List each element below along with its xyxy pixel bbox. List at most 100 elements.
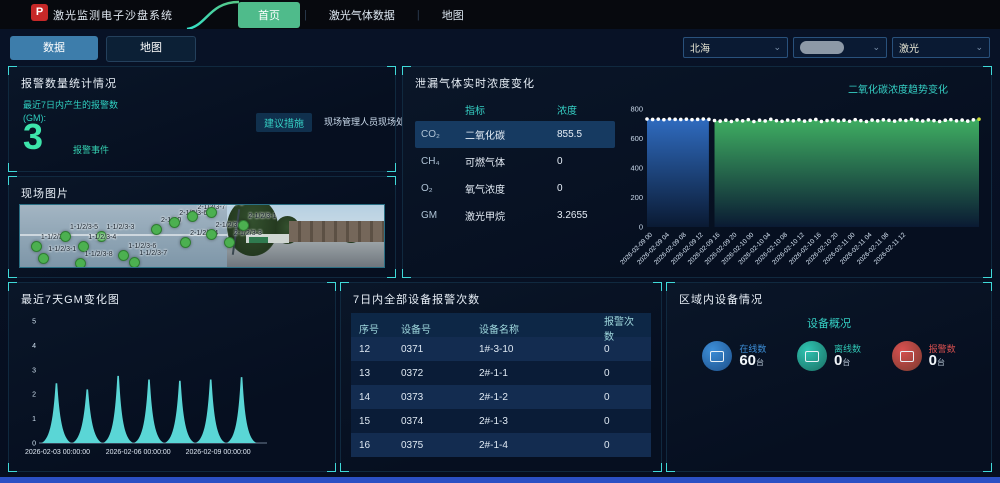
device-table-cell: 14 xyxy=(359,392,401,403)
gas-header-indicator: 指标 xyxy=(465,102,557,117)
svg-text:2026-02-03 00:00:00: 2026-02-03 00:00:00 xyxy=(25,449,90,456)
corner-accent xyxy=(387,163,396,172)
gm-trend-chart[interactable]: 0123452026-02-03 00:00:002026-02-06 00:0… xyxy=(17,313,327,465)
gas-name: 激光甲烷 xyxy=(465,208,557,223)
gas-symbol: GM xyxy=(421,210,465,221)
sensor-dot[interactable]: 1-1/2/3-2 xyxy=(31,241,42,252)
masked-value xyxy=(800,41,844,54)
device-table-row[interactable]: 1303722#-1-10 xyxy=(351,361,651,385)
device-table-cell: 2#-1-2 xyxy=(479,392,604,403)
tab-2[interactable]: 地图 xyxy=(424,2,482,28)
gas-header-value: 浓度 xyxy=(557,102,615,117)
device-type-select[interactable]: 激光 ⌄ xyxy=(892,37,990,58)
sensor-dot-label: 1-1/2/3-6 xyxy=(128,243,156,250)
region-select-value: 北海 xyxy=(690,40,710,55)
device-table-row[interactable]: 1603752#-1-40 xyxy=(351,433,651,457)
device-alarm-table-panel: 7日内全部设备报警次数 序号设备号设备名称报警次数1203711#-3-1001… xyxy=(340,282,662,472)
gas-table-row[interactable]: CO₂二氧化碳855.5 xyxy=(415,121,615,148)
photo-buildings xyxy=(289,221,384,242)
tab-1[interactable]: 激光气体数据 xyxy=(311,2,413,28)
device-table-cell: 12 xyxy=(359,344,401,355)
device-stat-texts: 报警数0台 xyxy=(929,343,956,369)
corner-accent xyxy=(327,282,336,291)
device-table-row[interactable]: 1403732#-1-20 xyxy=(351,385,651,409)
sensor-dot-label: 1-1/2/3-8 xyxy=(85,251,113,258)
sensor-dot-label: 1-1/2/3-4 xyxy=(88,234,116,241)
device-status-icon xyxy=(702,341,732,371)
corner-accent xyxy=(653,282,662,291)
corner-accent xyxy=(983,463,992,472)
device-stat-value: 0台 xyxy=(929,355,956,369)
corner-accent xyxy=(8,163,17,172)
alarm-count: 3 xyxy=(23,119,43,155)
site-photo-panel: 现场图片 1-1/2/3-21-1/2/3-51-1/2/3-31-1/2/3-… xyxy=(8,176,396,278)
region-select[interactable]: 北海 ⌄ xyxy=(683,37,788,58)
device-stat-texts: 在线数60台 xyxy=(739,343,766,369)
gas-table-row[interactable]: O₂氧气浓度0 xyxy=(415,175,615,202)
map-button[interactable]: 地图 xyxy=(106,36,196,62)
device-status-icon xyxy=(892,341,922,371)
sensor-dot-label: 2-1/2/3-1 xyxy=(248,213,276,220)
device-table-cell: 0 xyxy=(604,392,643,403)
station-select[interactable]: ⌄ xyxy=(793,37,887,58)
gas-concentration-panel: 泄漏气体实时浓度变化 指标浓度CO₂二氧化碳855.5CH₄可燃气体0O₂氧气浓… xyxy=(402,66,992,278)
gas-value: 0 xyxy=(557,156,615,167)
photo-panel-title: 现场图片 xyxy=(21,185,69,201)
main-content: 数据 地图 北海 ⌄ ⌄ 激光 ⌄ 报警数量统计情况 最近7日内产生的报警数 (… xyxy=(0,29,1000,477)
tab-0[interactable]: 首页 xyxy=(238,2,300,28)
svg-text:2026-02-09 00:00:00: 2026-02-09 00:00:00 xyxy=(186,449,251,456)
sensor-dot[interactable]: 2-1/2/3-3 xyxy=(224,237,235,248)
svg-text:600: 600 xyxy=(630,134,643,143)
sensor-dot-label: 1-1/2/3-5 xyxy=(70,224,98,231)
corner-accent xyxy=(983,282,992,291)
gas-name: 可燃气体 xyxy=(465,154,557,169)
sensor-dot[interactable]: 2-1-10 xyxy=(151,224,162,235)
co2-trend-chart[interactable]: 02004006008002026-02-09 002026-02-09 042… xyxy=(617,95,985,275)
sensor-dot-label: 2-1/2/3-8 xyxy=(216,204,244,207)
sensor-dot[interactable]: 2-1/2/3-5 xyxy=(206,229,217,240)
device-stat: 离线数0台 xyxy=(797,341,861,371)
gas-table-row[interactable]: CH₄可燃气体0 xyxy=(415,148,615,175)
gas-name: 二氧化碳 xyxy=(465,127,557,142)
gm-trend-panel: 最近7天GM变化图 0123452026-02-03 00:00:002026-… xyxy=(8,282,336,472)
device-table-header-cell: 设备号 xyxy=(401,321,479,336)
device-table-cell: 16 xyxy=(359,440,401,451)
corner-accent xyxy=(8,176,17,185)
sensor-dot-label: 1-1/2/3-3 xyxy=(106,224,134,231)
svg-text:0: 0 xyxy=(32,441,36,448)
corner-accent xyxy=(8,463,17,472)
chevron-down-icon: ⌄ xyxy=(773,42,781,53)
gas-table-row[interactable]: GM激光甲烷3.2655 xyxy=(415,202,615,229)
data-button[interactable]: 数据 xyxy=(10,36,98,60)
tab-separator: | xyxy=(300,9,311,21)
sensor-dot-label: 1-1/2/3-1 xyxy=(48,246,76,253)
device-table-cell: 0 xyxy=(604,344,643,355)
nav-tabs: 首页|激光气体数据|地图 xyxy=(238,0,482,29)
corner-accent xyxy=(8,66,17,75)
sensor-dot[interactable]: 2-1/2/3-8 xyxy=(206,207,217,218)
device-table: 序号设备号设备名称报警次数1203711#-3-1001303722#-1-10… xyxy=(351,313,651,457)
gas-value: 0 xyxy=(557,183,615,194)
site-photo[interactable]: 1-1/2/3-2 1-1/2/3-5 1-1/2/3-3 1-1/2/3-4 1-1/… xyxy=(19,204,385,268)
device-table-title: 7日内全部设备报警次数 xyxy=(353,291,480,307)
svg-text:1: 1 xyxy=(32,416,36,423)
corner-accent xyxy=(402,66,411,75)
photo-green-sign xyxy=(249,237,267,243)
svg-text:200: 200 xyxy=(630,193,643,202)
corner-accent xyxy=(983,66,992,75)
device-stat-value: 60台 xyxy=(739,355,766,369)
sensor-dot-label: 1-1/2/3-7 xyxy=(139,250,167,257)
device-table-cell: 0 xyxy=(604,368,643,379)
sensor-dot[interactable]: 1-1/2/3-5 xyxy=(60,231,71,242)
corner-accent xyxy=(653,463,662,472)
corner-accent xyxy=(8,269,17,278)
header-curve-decoration xyxy=(185,0,241,29)
alarm-panel-title: 报警数量统计情况 xyxy=(21,75,117,91)
device-table-row[interactable]: 1503742#-1-30 xyxy=(351,409,651,433)
gas-symbol: O₂ xyxy=(421,183,465,194)
bottom-accent-bar xyxy=(0,477,1000,483)
device-table-cell: 2#-1-1 xyxy=(479,368,604,379)
sensor-dot[interactable]: 1-1/2/3-8 xyxy=(75,258,86,268)
sensor-dot[interactable]: 1-1/2/3-6 xyxy=(118,250,129,261)
device-status-panel: 区域内设备情况 设备概况 在线数60台离线数0台报警数0台 xyxy=(666,282,992,472)
